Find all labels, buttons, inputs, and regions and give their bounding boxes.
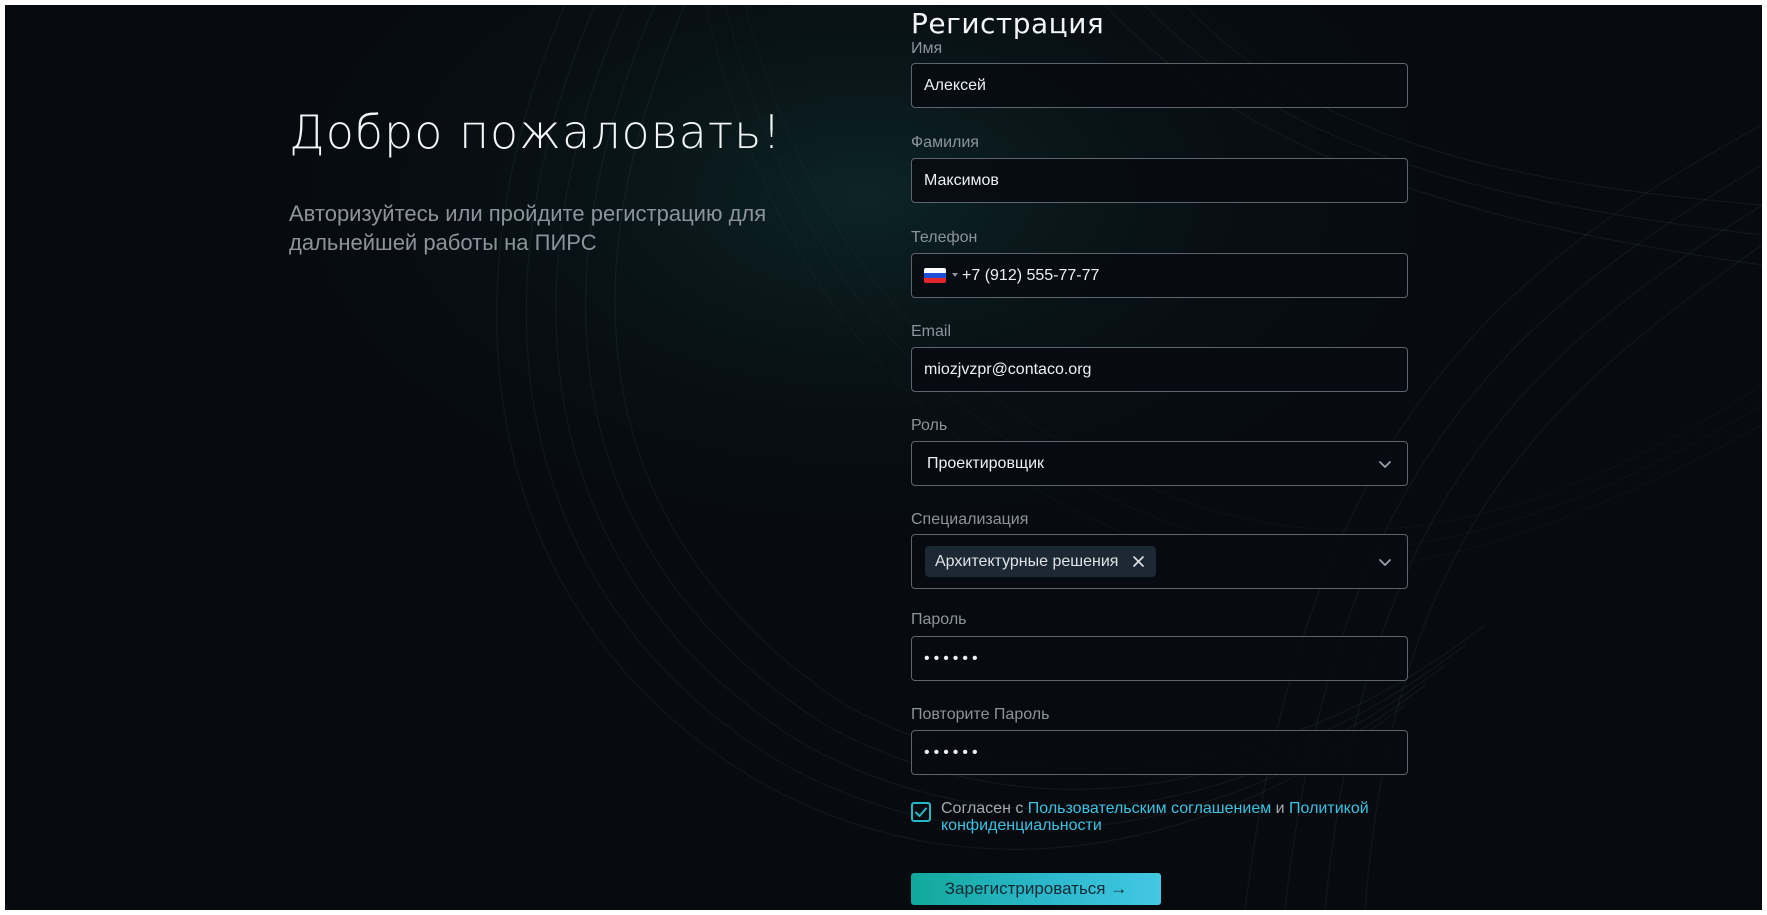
consent-conjunction: и (1271, 800, 1290, 817)
country-caret-icon[interactable] (952, 273, 958, 277)
email-field[interactable]: miozjvzpr@contaco.org (911, 347, 1408, 392)
email-label: Email (911, 323, 952, 340)
specialization-tag: Архитектурные решения (925, 546, 1157, 577)
specialization-select[interactable]: Архитектурные решения (911, 534, 1408, 589)
last-name-label: Фамилия (911, 134, 979, 151)
password-label: Пароль (911, 611, 967, 628)
checkmark-icon (915, 807, 927, 817)
background-art (245, 5, 1762, 910)
specialization-tag-label: Архитектурные решения (935, 553, 1119, 570)
first-name-value: Алексей (924, 77, 986, 94)
password-field[interactable]: •••••• (911, 636, 1408, 681)
consent-text: Согласен с Пользовательским соглашением … (941, 800, 1411, 834)
welcome-subtitle: Авторизуйтесь или пройдите регистрацию д… (289, 201, 767, 255)
consent-checkbox[interactable] (911, 802, 931, 822)
welcome-title: Добро пожаловать! (289, 105, 782, 159)
phone-value: +7 (912) 555-77-77 (962, 267, 1100, 284)
first-name-field[interactable]: Алексей (911, 63, 1408, 108)
email-value: miozjvzpr@contaco.org (924, 361, 1092, 378)
password-repeat-value: •••••• (924, 744, 982, 761)
last-name-field[interactable]: Максимов (911, 158, 1408, 203)
phone-label: Телефон (911, 229, 978, 246)
specialization-label: Специализация (911, 511, 1029, 528)
role-label: Роль (911, 417, 948, 434)
registration-title: Регистрация (911, 7, 1105, 40)
user-agreement-link[interactable]: Пользовательским соглашением (1028, 800, 1271, 817)
first-name-label: Имя (911, 40, 943, 57)
consent-prefix: Согласен с (941, 800, 1028, 817)
chevron-down-icon[interactable] (1377, 456, 1393, 472)
register-button[interactable]: Зарегистрироваться → (911, 873, 1161, 905)
password-repeat-label: Повторите Пароль (911, 706, 1050, 723)
chevron-down-icon[interactable] (1377, 554, 1393, 570)
phone-field[interactable]: +7 (912) 555-77-77 (911, 253, 1408, 298)
password-value: •••••• (924, 650, 982, 667)
russia-flag-icon[interactable] (924, 268, 946, 283)
role-value: Проектировщик (927, 455, 1045, 472)
role-select[interactable]: Проектировщик (911, 441, 1408, 486)
password-repeat-field[interactable]: •••••• (911, 730, 1408, 775)
close-icon[interactable] (1133, 556, 1145, 567)
page-frame: Добро пожаловать! Авторизуйтесь или прой… (5, 5, 1762, 910)
last-name-value: Максимов (924, 172, 999, 189)
